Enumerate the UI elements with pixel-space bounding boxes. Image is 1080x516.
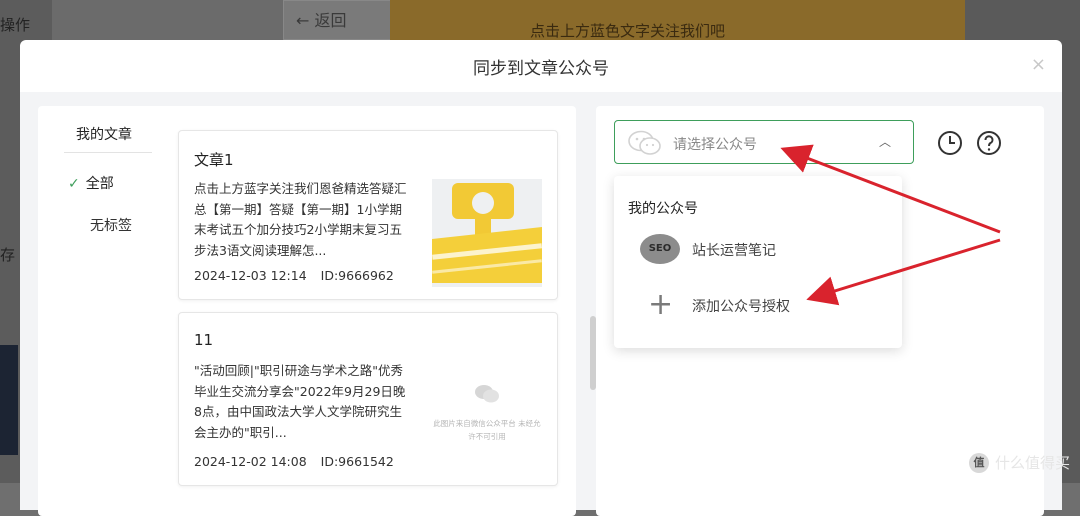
account-select[interactable]: 请选择公众号 ︿ bbox=[614, 120, 914, 164]
help-icon[interactable] bbox=[976, 130, 1002, 156]
watermark-text: 什么值得买 bbox=[994, 454, 1070, 472]
check-icon: ✓ bbox=[68, 176, 80, 192]
account-avatar: SEO bbox=[640, 234, 680, 264]
dialog-title: 同步到文章公众号 bbox=[473, 59, 609, 79]
bg-save-label: 存 bbox=[0, 246, 16, 264]
article-meta: 2024-12-03 12:14 ID:9666962 bbox=[194, 268, 394, 283]
article-summary: "活动回顾|"职引研途与学术之路"优秀毕业生交流分享会"2022年9月29日晚8… bbox=[194, 363, 406, 440]
article-summary: 点击上方蓝字关注我们恩爸精选答疑汇总【第一期】答疑【第一期】1小学期末考试五个加… bbox=[194, 181, 407, 258]
dropdown-title: 我的公众号 bbox=[628, 201, 698, 217]
category-title: 我的文章 bbox=[76, 127, 132, 143]
category-divider bbox=[64, 152, 152, 153]
article-title: 文章1 bbox=[194, 151, 234, 169]
article-date: 2024-12-02 14:08 bbox=[194, 454, 307, 469]
account-option-label: 站长运营笔记 bbox=[692, 243, 776, 259]
account-option-seo[interactable]: SEO 站长运营笔记 bbox=[636, 232, 886, 268]
clip-image-icon bbox=[432, 179, 542, 287]
account-dropdown: 我的公众号 SEO 站长运营笔记 + 添加公众号授权 bbox=[614, 176, 902, 348]
thumbnail-tip: 此图片来自微信公众平台 未经允许不可引用 bbox=[433, 419, 541, 441]
category-item-all[interactable]: ✓ 全部 bbox=[68, 173, 114, 193]
article-thumbnail: 此图片来自微信公众平台 未经允许不可引用 bbox=[432, 368, 542, 468]
wechat-placeholder-icon bbox=[432, 384, 542, 409]
plus-icon: + bbox=[648, 287, 674, 322]
watermark-icon: 值 bbox=[968, 452, 989, 473]
bg-back-button: ← 返回 bbox=[283, 0, 391, 40]
wechat-icon bbox=[627, 130, 663, 160]
article-card[interactable]: 11 "活动回顾|"职引研途与学术之路"优秀毕业生交流分享会"2022年9月29… bbox=[178, 312, 558, 486]
chevron-up-icon: ︿ bbox=[878, 135, 891, 149]
bg-banner: 点击上方蓝色文字关注我们吧 bbox=[390, 0, 965, 44]
account-select-placeholder: 请选择公众号 bbox=[673, 137, 757, 153]
dialog-body: 我的文章 ✓ 全部 无标签 文章1 点击上方蓝字关注我们恩爸精选答疑汇总【第一期】… bbox=[20, 92, 1062, 516]
article-id: ID:9661542 bbox=[320, 454, 394, 469]
watermark: 值 什么值得买 bbox=[968, 452, 1070, 473]
clock-icon[interactable] bbox=[937, 130, 963, 156]
close-icon[interactable]: × bbox=[1031, 54, 1046, 75]
sync-dialog: 同步到文章公众号 × 我的文章 ✓ 全部 无标签 文章1 点击上方蓝字关注我们恩爸… bbox=[20, 40, 1062, 516]
article-date: 2024-12-03 12:14 bbox=[194, 268, 307, 283]
add-account-label: 添加公众号授权 bbox=[692, 299, 790, 315]
article-title: 11 bbox=[194, 331, 214, 349]
article-meta: 2024-12-02 14:08 ID:9661542 bbox=[194, 454, 394, 469]
category-item-untagged[interactable]: 无标签 bbox=[90, 215, 132, 235]
article-card[interactable]: 文章1 点击上方蓝字关注我们恩爸精选答疑汇总【第一期】答疑【第一期】1小学期末考… bbox=[178, 130, 558, 300]
article-thumbnail bbox=[432, 179, 542, 287]
bg-image-fragment bbox=[0, 345, 18, 455]
article-id: ID:9666962 bbox=[320, 268, 394, 283]
article-panel: 我的文章 ✓ 全部 无标签 文章1 点击上方蓝字关注我们恩爸精选答疑汇总【第一期】… bbox=[38, 106, 596, 516]
add-account-button[interactable]: + 添加公众号授权 bbox=[636, 288, 886, 324]
bg-operate-label: 操作 bbox=[0, 16, 31, 34]
